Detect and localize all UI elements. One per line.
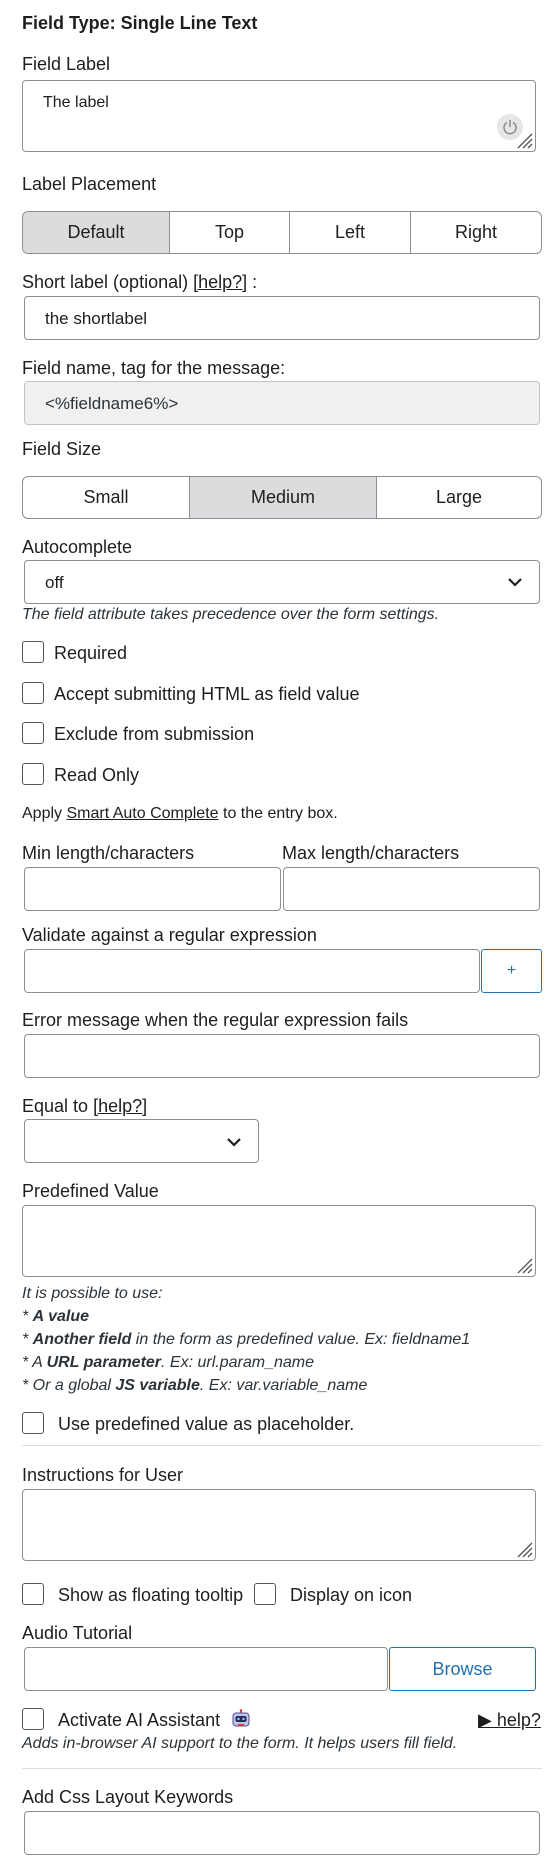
autocomplete-value: off	[45, 573, 64, 592]
regex-input[interactable]	[24, 949, 480, 993]
display-on-icon-checkbox[interactable]	[254, 1583, 276, 1605]
field-name-value: <%fieldname6%>	[45, 394, 179, 413]
placement-default-button[interactable]: Default	[23, 212, 170, 253]
field-type-heading: Field Type: Single Line Text	[22, 13, 258, 33]
predefined-value-title: Predefined Value	[22, 1181, 159, 1201]
regex-add-button[interactable]: +	[481, 949, 542, 993]
placement-left-button[interactable]: Left	[290, 212, 411, 253]
resize-handle-icon[interactable]	[515, 1256, 533, 1274]
max-length-input[interactable]	[283, 867, 540, 911]
equal-to-help-link[interactable]: [help?]	[93, 1096, 147, 1116]
size-small-button[interactable]: Small	[23, 477, 190, 518]
ai-assistant-hint: Adds in-browser AI support to the form. …	[22, 1735, 458, 1752]
predefined-hint-line1: * A value	[22, 1308, 89, 1325]
section-divider	[22, 1445, 542, 1446]
chevron-down-icon	[227, 1138, 241, 1147]
predefined-hint-line3: * A URL parameter. Ex: url.param_name	[22, 1354, 314, 1371]
robot-icon	[231, 1709, 251, 1729]
section-divider	[22, 1768, 542, 1769]
ai-help-link[interactable]: ▶ help?	[478, 1710, 541, 1731]
label-placement-title: Label Placement	[22, 174, 157, 194]
short-label-help-link[interactable]: [help?]	[193, 272, 247, 292]
autocomplete-title: Autocomplete	[22, 537, 133, 557]
predefined-hint-line2: * Another field in the form as predefine…	[22, 1331, 471, 1348]
display-on-icon-label: Display on icon	[290, 1585, 413, 1605]
predefined-placeholder-label: Use predefined value as placeholder.	[58, 1414, 355, 1434]
size-medium-button[interactable]: Medium	[190, 477, 377, 518]
read-only-checkbox[interactable]	[22, 763, 44, 785]
chevron-down-icon	[508, 578, 522, 587]
instructions-title: Instructions for User	[22, 1465, 184, 1485]
equal-to-select[interactable]	[24, 1119, 259, 1163]
max-length-title: Max length/characters	[282, 843, 460, 863]
accept-html-label: Accept submitting HTML as field value	[54, 684, 360, 704]
short-label-input[interactable]: the shortlabel	[24, 296, 540, 340]
audio-browse-button[interactable]: Browse	[389, 1647, 536, 1691]
regex-error-title: Error message when the regular expressio…	[22, 1010, 409, 1030]
predefined-placeholder-checkbox[interactable]	[22, 1412, 44, 1434]
field-label-title: Field Label	[22, 54, 111, 74]
field-name-readonly: <%fieldname6%>	[24, 381, 540, 425]
audio-tutorial-title: Audio Tutorial	[22, 1623, 133, 1643]
floating-tooltip-label: Show as floating tooltip	[58, 1585, 244, 1605]
exclude-label: Exclude from submission	[54, 724, 255, 744]
placement-top-button[interactable]: Top	[170, 212, 290, 253]
regex-title: Validate against a regular expression	[22, 925, 317, 945]
predefined-hint-intro: It is possible to use:	[22, 1285, 163, 1302]
field-name-title: Field name, tag for the message:	[22, 358, 286, 378]
resize-handle-icon[interactable]	[515, 1540, 533, 1558]
floating-tooltip-checkbox[interactable]	[22, 1583, 44, 1605]
required-checkbox[interactable]	[22, 641, 44, 663]
smart-auto-complete-link[interactable]: Smart Auto Complete	[66, 805, 218, 822]
short-label-value: the shortlabel	[45, 309, 148, 328]
size-large-button[interactable]: Large	[377, 477, 541, 518]
resize-handle-icon[interactable]	[515, 131, 533, 149]
audio-tutorial-input[interactable]	[24, 1647, 388, 1691]
label-placement-group: Default Top Left Right	[22, 211, 542, 254]
equal-to-title: Equal to [help?]	[22, 1096, 148, 1116]
placement-right-button[interactable]: Right	[411, 212, 541, 253]
required-label: Required	[54, 643, 128, 663]
regex-error-input[interactable]	[24, 1034, 540, 1078]
exclude-checkbox[interactable]	[22, 722, 44, 744]
field-label-value: The label	[43, 94, 109, 111]
instructions-textarea[interactable]	[22, 1489, 536, 1561]
min-length-title: Min length/characters	[22, 843, 195, 863]
ai-assistant-label: Activate AI Assistant	[58, 1710, 221, 1730]
predefined-hint-line4: * Or a global JS variable. Ex: var.varia…	[22, 1377, 368, 1394]
autocomplete-hint: The field attribute takes precedence ove…	[22, 606, 440, 623]
predefined-value-textarea[interactable]	[22, 1205, 536, 1277]
autocomplete-select[interactable]: off	[24, 560, 540, 604]
accept-html-checkbox[interactable]	[22, 682, 44, 704]
read-only-label: Read Only	[54, 765, 140, 785]
short-label-title: Short label (optional) [help?] :	[22, 272, 258, 292]
field-size-group: Small Medium Large	[22, 476, 542, 519]
ai-assistant-checkbox[interactable]	[22, 1708, 44, 1730]
css-keywords-input[interactable]	[24, 1811, 540, 1855]
css-keywords-title: Add Css Layout Keywords	[22, 1787, 234, 1807]
field-size-title: Field Size	[22, 439, 102, 459]
min-length-input[interactable]	[24, 867, 281, 911]
field-label-textarea[interactable]: The label	[22, 80, 536, 152]
smart-auto-complete-text: Apply Smart Auto Complete to the entry b…	[22, 805, 338, 822]
